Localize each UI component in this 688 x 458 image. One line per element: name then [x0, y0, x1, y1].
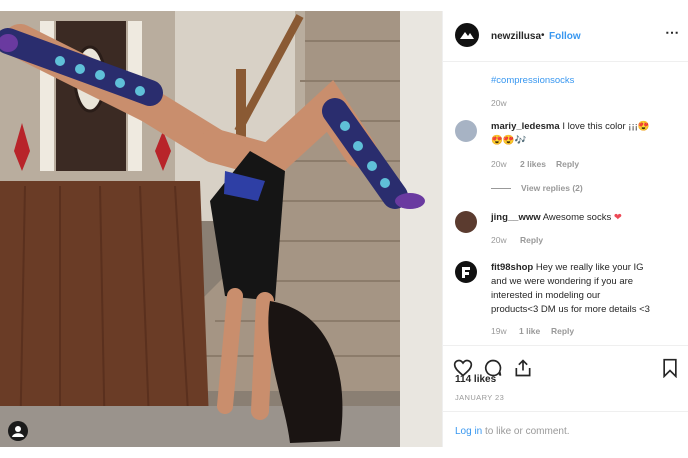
comment-text: interested in modeling our	[491, 290, 601, 301]
post-photo[interactable]	[0, 11, 442, 447]
comment-text: Awesome socks	[542, 212, 612, 223]
comment-username[interactable]: fit98shop	[491, 262, 533, 273]
reply-button[interactable]: Reply	[551, 326, 574, 336]
list-item: mariy_ledesma I love this color ¡¡¡😍 😍😍🎶	[491, 120, 681, 148]
avatar[interactable]	[455, 211, 477, 233]
user-tag-icon[interactable]	[8, 421, 28, 441]
handstand-photo	[0, 11, 442, 447]
heart-icon: ❤	[613, 212, 622, 223]
follow-button[interactable]: Follow	[549, 31, 581, 42]
caption-hashtag[interactable]: #compressionsocks	[491, 74, 574, 88]
separator-dot: •	[541, 30, 545, 41]
comment-time: 20w	[491, 159, 507, 169]
comment-time: 20w	[491, 235, 507, 245]
login-link[interactable]: Log in	[455, 426, 482, 437]
comment-text: and we were wondering if you are	[491, 276, 634, 287]
post-details-panel: newzillusa • Follow ⋯ #compressionsocks …	[442, 11, 688, 447]
username-link[interactable]: newzillusa	[491, 31, 541, 42]
list-item: fit98shop Hey we really like your IG and…	[491, 261, 686, 317]
bookmark-icon[interactable]	[661, 358, 679, 378]
view-replies-button[interactable]: View replies (2)	[521, 183, 583, 193]
login-rest-text: to like or comment.	[485, 426, 570, 437]
comment-time: 19w	[491, 326, 507, 336]
avatar[interactable]	[455, 120, 477, 142]
comment-text: Hey we really like your IG	[535, 262, 644, 273]
caption-time: 20w	[491, 98, 507, 108]
login-prompt: Log in to like or comment.	[443, 411, 688, 448]
comment-text-emoji: 😍😍🎶	[491, 135, 527, 146]
mountain-logo-icon	[460, 32, 474, 39]
avatar[interactable]	[455, 261, 477, 283]
profile-avatar[interactable]	[455, 23, 479, 47]
comment-text: I love this color ¡¡¡😍	[562, 121, 650, 132]
reply-button[interactable]: Reply	[556, 159, 579, 169]
comment-text: products<3 DM us for more details <3	[491, 304, 650, 315]
reply-button[interactable]: Reply	[520, 235, 543, 245]
list-item: jing__www Awesome socks ❤	[491, 211, 681, 225]
post-date: JANUARY 23	[455, 393, 505, 402]
more-options-icon[interactable]: ⋯	[665, 24, 679, 41]
share-icon[interactable]	[513, 358, 533, 378]
likes-count[interactable]: 114 likes	[455, 374, 496, 385]
shop-logo-icon	[462, 267, 470, 278]
comment-likes[interactable]: 2 likes	[520, 159, 546, 169]
comment-likes[interactable]: 1 like	[519, 326, 540, 336]
comments-list[interactable]: #compressionsocks 20w mariy_ledesma I lo…	[443, 62, 688, 344]
comment-username[interactable]: mariy_ledesma	[491, 121, 560, 132]
divider	[491, 188, 511, 189]
post-header: newzillusa • Follow ⋯	[443, 11, 688, 62]
comment-username[interactable]: jing__www	[491, 212, 541, 223]
